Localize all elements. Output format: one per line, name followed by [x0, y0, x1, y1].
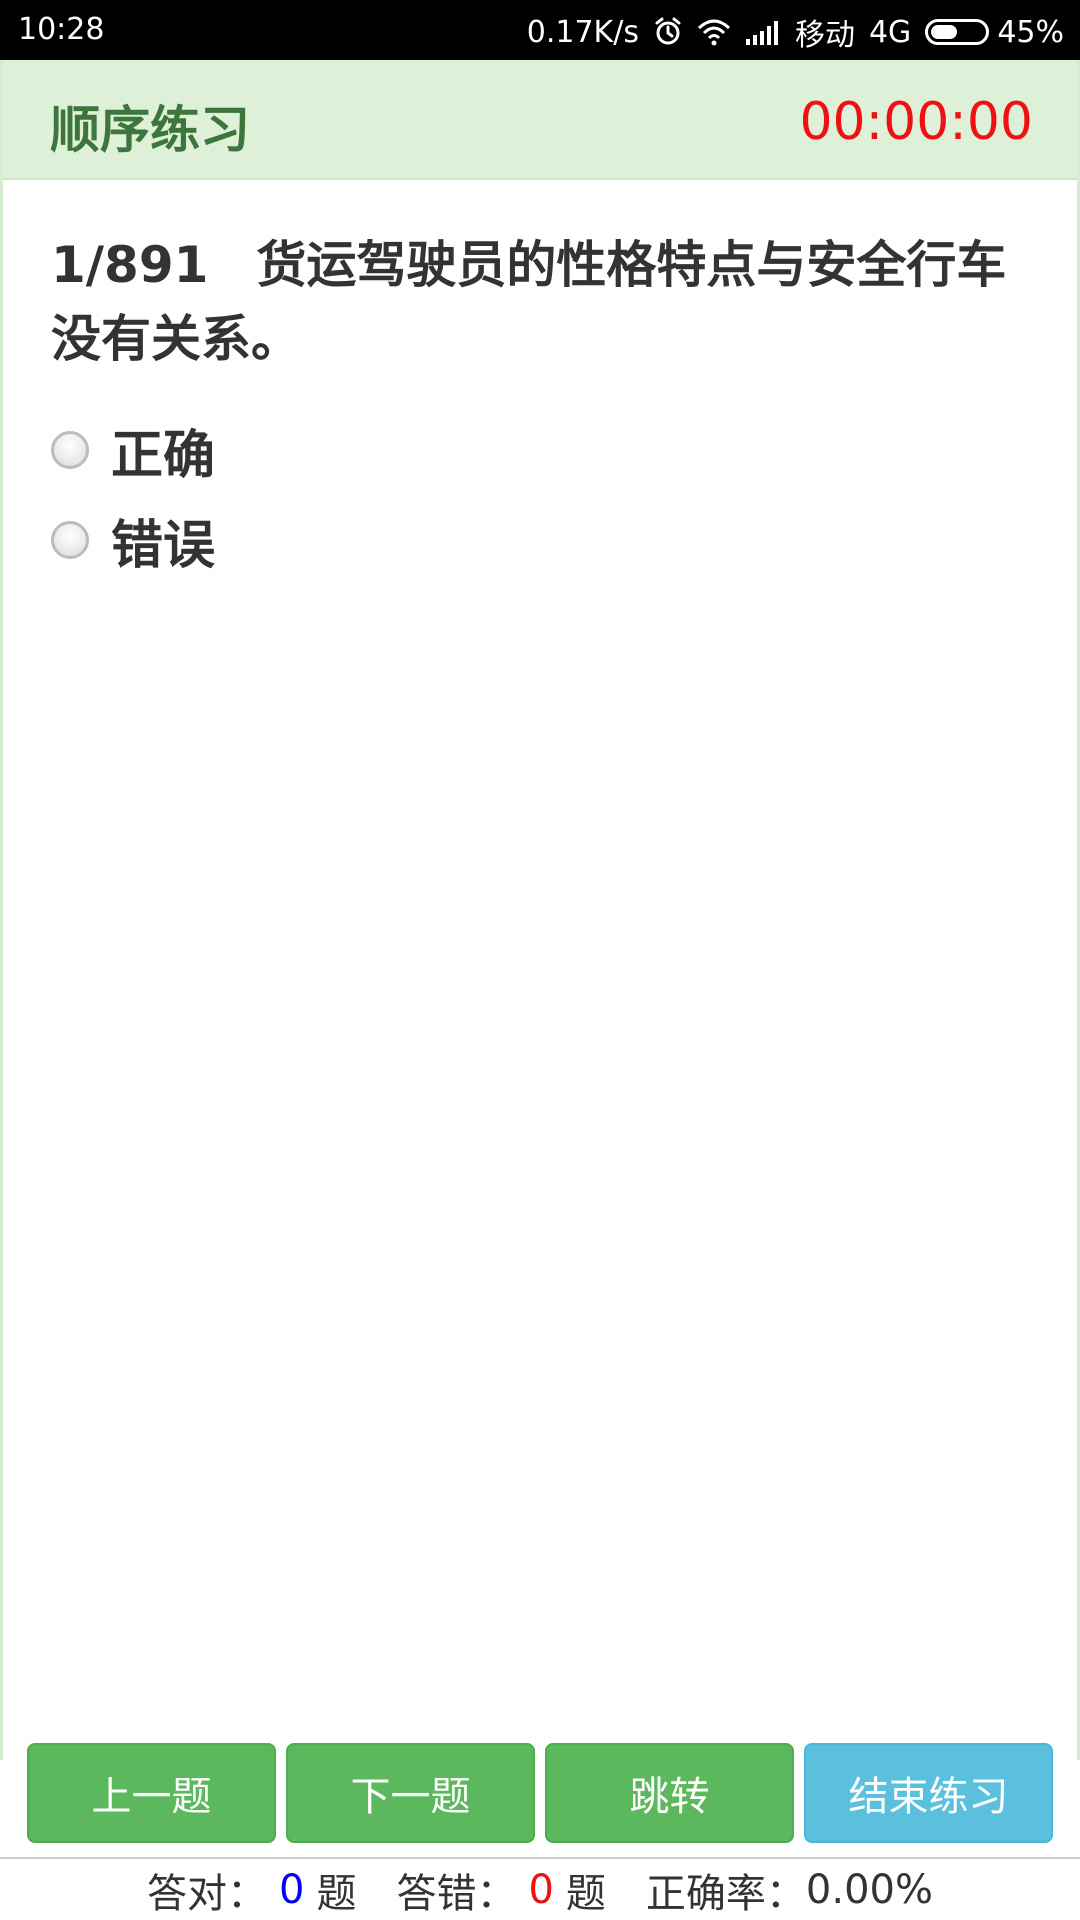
- practice-panel: 顺序练习 00:00:00 1/891 货运驾驶员的性格特点与安全行车没有关系。 …: [0, 60, 1080, 1760]
- option-wrong[interactable]: 错误: [51, 495, 215, 585]
- jump-button[interactable]: 跳转: [545, 1743, 794, 1843]
- panel-header: 顺序练习 00:00:00: [3, 60, 1077, 180]
- status-network: 4G: [868, 14, 912, 50]
- wrong-unit: 题: [565, 1871, 606, 1917]
- next-question-button[interactable]: 下一题: [286, 1743, 535, 1843]
- wifi-icon: [697, 18, 731, 46]
- correct-count: 0: [279, 1867, 305, 1913]
- status-carrier: 移动: [794, 18, 855, 53]
- page-title: 顺序练习: [50, 101, 250, 159]
- battery-indicator: 45%: [925, 15, 1064, 50]
- wrong-label: 答错：: [396, 1871, 517, 1917]
- divider: [0, 1857, 1080, 1859]
- wrong-count: 0: [528, 1867, 554, 1913]
- status-time: 10:28: [18, 12, 105, 47]
- option-correct[interactable]: 正确: [51, 405, 215, 495]
- score-stats: 答对： 0 题 答错： 0 题 正确率： 0.00%: [0, 1862, 1080, 1918]
- signal-icon: [745, 19, 781, 45]
- option-label[interactable]: 错误: [111, 503, 215, 578]
- action-buttons: 上一题 下一题 跳转 结束练习: [27, 1743, 1053, 1843]
- radio-button[interactable]: [51, 521, 89, 559]
- correct-label: 答对：: [147, 1871, 267, 1917]
- question-number: 1/891: [51, 236, 209, 294]
- status-net-speed: 0.17K/s: [526, 14, 639, 50]
- elapsed-timer: 00:00:00: [799, 92, 1033, 152]
- rate-value: 0.00%: [805, 1867, 933, 1913]
- battery-fill: [931, 25, 958, 39]
- radio-button[interactable]: [51, 431, 89, 469]
- question-text: 1/891 货运驾驶员的性格特点与安全行车没有关系。: [51, 228, 1031, 376]
- correct-unit: 题: [316, 1871, 357, 1917]
- rate-label: 正确率：: [645, 1871, 806, 1917]
- option-label[interactable]: 正确: [111, 413, 215, 488]
- battery-percent: 45%: [997, 14, 1064, 50]
- battery-icon: [925, 19, 990, 45]
- answer-options: 正确 错误: [51, 405, 215, 585]
- status-right-group: 0.17K/s 移动 4G 45%: [527, 10, 1064, 54]
- prev-question-button[interactable]: 上一题: [27, 1743, 276, 1843]
- end-practice-button[interactable]: 结束练习: [804, 1743, 1053, 1843]
- status-bar: 10:28 0.17K/s 移动 4G 45%: [0, 0, 1080, 60]
- alarm-icon: [653, 17, 683, 47]
